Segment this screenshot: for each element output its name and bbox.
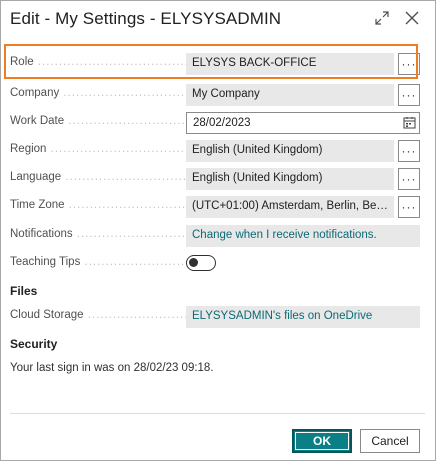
ok-button[interactable]: OK [292,429,352,453]
company-value[interactable]: My Company [186,84,394,106]
company-label: Company [10,87,186,99]
files-heading: Files [10,284,38,298]
calendar-icon[interactable] [402,115,416,129]
role-value[interactable]: ELYSYS BACK-OFFICE [186,53,394,75]
language-label: Language [10,171,186,183]
cancel-button[interactable]: Cancel [360,429,420,453]
work-date-input[interactable]: 28/02/2023 [186,112,420,134]
role-label: Role [10,56,186,68]
cloud-storage-row: Cloud Storage ELYSYSADMIN's files on One… [10,306,420,328]
language-row: Language English (United Kingdom) ··· [10,168,420,190]
work-date-label: Work Date [10,115,186,127]
notifications-row: Notifications Change when I receive noti… [10,225,420,247]
work-date-row: Work Date 28/02/2023 [10,112,420,134]
time-zone-assist-button[interactable]: ··· [398,196,420,218]
company-row: Company My Company ··· [10,84,420,106]
role-assist-button[interactable]: ··· [398,53,420,75]
teaching-tips-label: Teaching Tips [10,256,186,268]
language-assist-button[interactable]: ··· [398,168,420,190]
time-zone-row: Time Zone (UTC+01:00) Amsterdam, Berlin,… [10,196,420,218]
teaching-tips-row: Teaching Tips [10,253,420,275]
toggle-knob [189,258,198,267]
cloud-storage-label: Cloud Storage [10,309,186,321]
my-settings-dialog: Edit - My Settings - ELYSYSADMIN Role EL… [0,0,436,461]
last-sign-in-text: Your last sign in was on 28/02/23 09:18. [10,362,214,374]
region-value[interactable]: English (United Kingdom) [186,140,394,162]
region-row: Region English (United Kingdom) ··· [10,140,420,162]
region-label: Region [10,143,186,155]
cloud-storage-link[interactable]: ELYSYSADMIN's files on OneDrive [186,306,420,328]
time-zone-value[interactable]: (UTC+01:00) Amsterdam, Berlin, Bern, Ro.… [186,196,394,218]
dialog-title: Edit - My Settings - ELYSYSADMIN [10,9,282,28]
region-assist-button[interactable]: ··· [398,140,420,162]
footer-divider [10,413,425,414]
security-heading: Security [10,337,58,351]
expand-icon[interactable] [373,9,391,27]
teaching-tips-toggle[interactable] [186,255,216,271]
title-actions [373,9,421,27]
close-icon[interactable] [403,9,421,27]
notifications-link[interactable]: Change when I receive notifications. [186,225,420,247]
notifications-label: Notifications [10,228,186,240]
time-zone-label: Time Zone [10,199,186,211]
company-assist-button[interactable]: ··· [398,84,420,106]
language-value[interactable]: English (United Kingdom) [186,168,394,190]
role-row: Role ELYSYS BACK-OFFICE ··· [10,53,420,75]
